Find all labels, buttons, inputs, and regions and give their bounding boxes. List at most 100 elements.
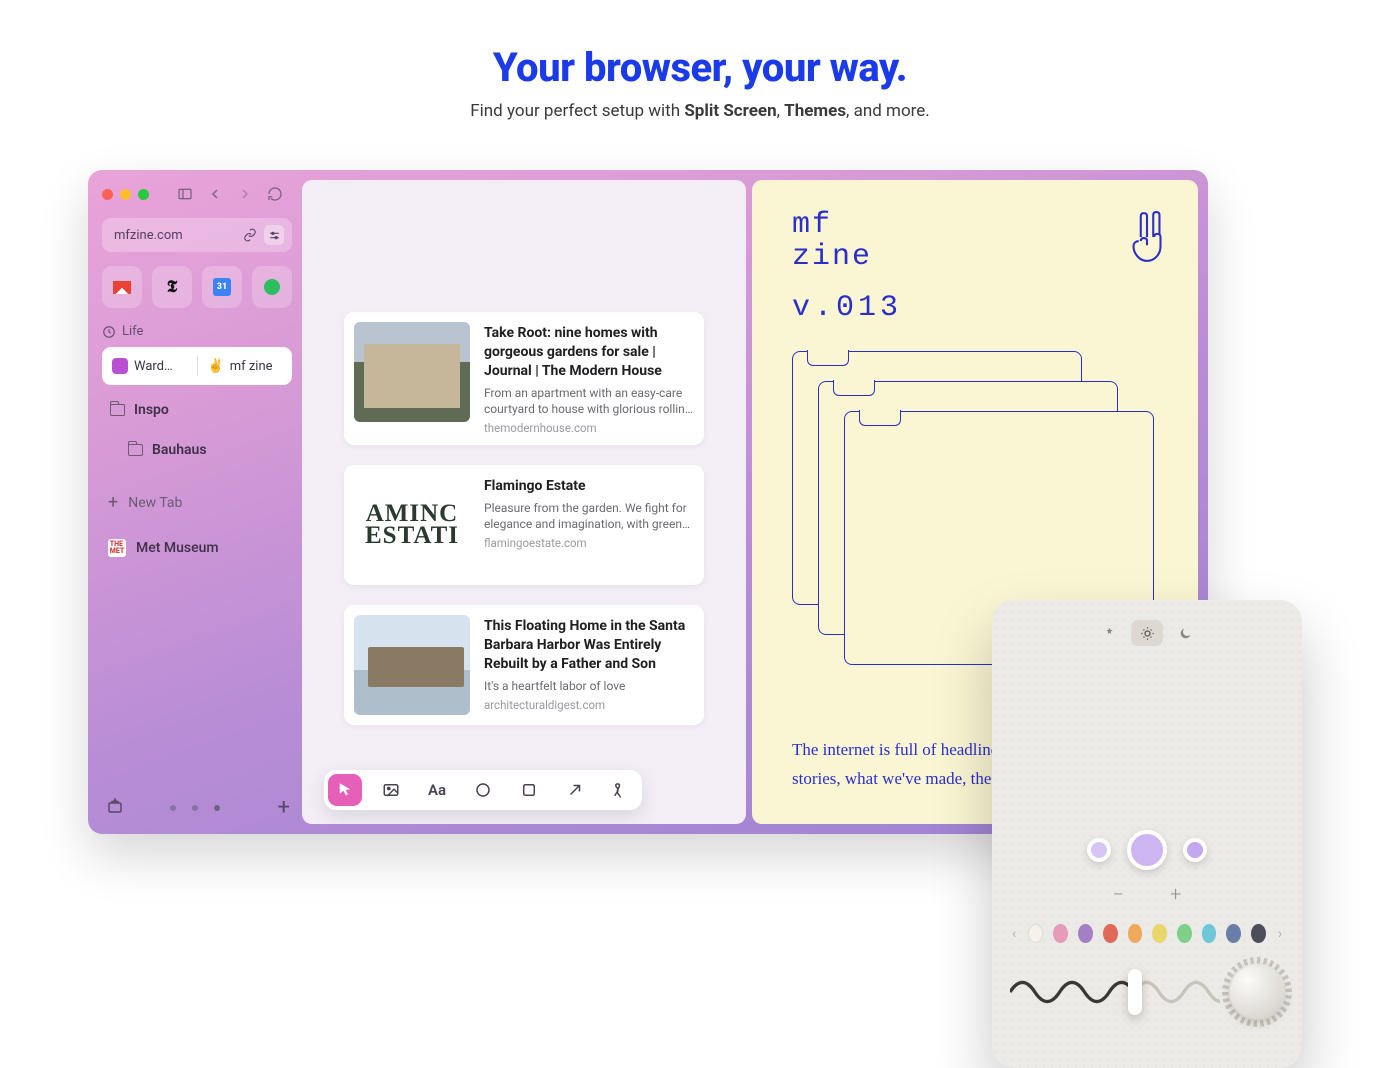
- evernote-icon: [264, 279, 280, 295]
- peace-icon: ✌: [208, 359, 224, 374]
- image-tool[interactable]: [374, 774, 408, 806]
- minimize-window-button[interactable]: [120, 189, 131, 200]
- plus-icon: +: [108, 494, 118, 512]
- theme-panel: − + ‹ ›: [992, 600, 1302, 1068]
- split-tab-left-label: Ward…: [134, 359, 173, 374]
- card-description: It's a heartfelt labor of love: [484, 678, 694, 694]
- easel-pane: Take Root: nine homes with gorgeous gard…: [302, 180, 746, 824]
- nyt-icon: 𝕿: [167, 277, 177, 297]
- favorite-gmail[interactable]: [102, 266, 142, 308]
- address-bar[interactable]: mfzine.com: [102, 218, 292, 252]
- back-button[interactable]: [205, 184, 225, 204]
- increase-button[interactable]: +: [1170, 882, 1181, 906]
- square-tool[interactable]: [512, 774, 546, 806]
- palette-color[interactable]: [1226, 924, 1241, 943]
- palette-color[interactable]: [1152, 924, 1167, 943]
- reload-button[interactable]: [265, 184, 285, 204]
- sidebar-folder-inspo[interactable]: Inspo: [102, 395, 292, 425]
- sidebar-tab-met-museum[interactable]: THEMET Met Museum: [102, 533, 292, 563]
- palette-next-button[interactable]: ›: [1276, 926, 1284, 942]
- palette-color[interactable]: [1103, 924, 1118, 943]
- card-url: themodernhouse.com: [484, 421, 694, 435]
- sidebar-section[interactable]: Life: [102, 324, 292, 339]
- link-card[interactable]: Take Root: nine homes with gorgeous gard…: [344, 312, 704, 445]
- clock-icon: [102, 325, 116, 339]
- folder-label: Inspo: [134, 402, 169, 418]
- favorites-grid: 𝕿 31: [102, 266, 292, 308]
- decrease-button[interactable]: −: [1113, 882, 1124, 906]
- palette-row: ‹ ›: [1010, 924, 1284, 943]
- text-tool[interactable]: Aa: [420, 774, 454, 806]
- palette-color[interactable]: [1053, 924, 1068, 943]
- split-tab[interactable]: Ward… ✌ mf zine: [102, 347, 292, 385]
- favorite-evernote[interactable]: [252, 266, 292, 308]
- card-thumbnail: [354, 322, 470, 422]
- site-settings-icon[interactable]: [264, 225, 284, 245]
- forward-button[interactable]: [235, 184, 255, 204]
- accent-swatch-right[interactable]: [1183, 838, 1207, 862]
- space-switcher[interactable]: [170, 805, 220, 811]
- maximize-window-button[interactable]: [138, 189, 149, 200]
- accent-swatch-left[interactable]: [1087, 838, 1111, 862]
- link-card[interactable]: This Floating Home in the Santa Barbara …: [344, 605, 704, 725]
- pointer-tool[interactable]: [328, 774, 362, 806]
- appearance-mode-tabs: [1010, 620, 1284, 646]
- draw-tool[interactable]: [604, 774, 638, 806]
- library-icon[interactable]: [106, 797, 124, 819]
- folder-label: Bauhaus: [152, 442, 207, 458]
- palette-color[interactable]: [1028, 924, 1043, 943]
- section-label: Life: [122, 324, 143, 339]
- sidebar-folder-bauhaus[interactable]: Bauhaus: [120, 435, 292, 465]
- zine-title: mfzine: [792, 210, 902, 273]
- tab-favicon: [112, 358, 128, 374]
- tab-label: Met Museum: [136, 540, 219, 556]
- add-space-button[interactable]: +: [278, 795, 290, 820]
- card-thumbnail: [354, 615, 470, 715]
- card-title: Flamingo Estate: [484, 477, 694, 496]
- card-thumbnail: AMINCESTATI: [354, 475, 470, 575]
- close-window-button[interactable]: [102, 189, 113, 200]
- arrow-tool[interactable]: [558, 774, 592, 806]
- calendar-icon: 31: [213, 278, 231, 296]
- noise-slider[interactable]: [1010, 967, 1220, 1017]
- circle-tool[interactable]: [466, 774, 500, 806]
- slider-handle[interactable]: [1128, 969, 1142, 1015]
- card-url: flamingoestate.com: [484, 536, 694, 550]
- palette-color[interactable]: [1251, 924, 1266, 943]
- zine-version: v.013: [792, 291, 902, 325]
- card-url: architecturaldigest.com: [484, 698, 694, 712]
- palette-color[interactable]: [1128, 924, 1143, 943]
- favorite-nyt[interactable]: 𝕿: [152, 266, 192, 308]
- address-bar-text: mfzine.com: [114, 228, 183, 243]
- palette-prev-button[interactable]: ‹: [1010, 926, 1018, 942]
- card-description: From an apartment with an easy-care cour…: [484, 385, 694, 417]
- editor-toolbar: Aa: [324, 770, 642, 810]
- hero-title: Your browser, your way.: [0, 44, 1400, 91]
- split-tab-right-label: mf zine: [230, 359, 273, 374]
- intensity-knob[interactable]: [1230, 965, 1284, 1019]
- card-title: This Floating Home in the Santa Barbara …: [484, 617, 694, 674]
- card-title: Take Root: nine homes with gorgeous gard…: [484, 324, 694, 381]
- auto-mode-button[interactable]: [1093, 620, 1125, 646]
- folder-icon: [128, 444, 143, 456]
- color-preview: [1010, 830, 1284, 870]
- peace-hand-icon: [1126, 210, 1168, 264]
- hero-subtitle: Find your perfect setup with Split Scree…: [0, 101, 1400, 121]
- card-description: Pleasure from the garden. We fight for e…: [484, 500, 694, 532]
- new-tab-label: New Tab: [128, 495, 182, 511]
- palette-color[interactable]: [1202, 924, 1217, 943]
- accent-swatch-main[interactable]: [1127, 830, 1167, 870]
- palette-color[interactable]: [1177, 924, 1192, 943]
- sidebar: mfzine.com 𝕿 31 Life Ward… ✌ mf zine: [88, 170, 302, 834]
- palette-color[interactable]: [1078, 924, 1093, 943]
- favorite-calendar[interactable]: 31: [202, 266, 242, 308]
- new-tab-button[interactable]: + New Tab: [102, 487, 292, 519]
- link-card[interactable]: AMINCESTATI Flamingo Estate Pleasure fro…: [344, 465, 704, 585]
- folder-icon: [110, 404, 125, 416]
- copy-link-icon[interactable]: [240, 225, 260, 245]
- dark-mode-button[interactable]: [1169, 620, 1201, 646]
- sidebar-toggle-icon[interactable]: [175, 184, 195, 204]
- gmail-icon: [113, 281, 131, 294]
- met-museum-icon: THEMET: [108, 539, 126, 557]
- light-mode-button[interactable]: [1131, 620, 1163, 646]
